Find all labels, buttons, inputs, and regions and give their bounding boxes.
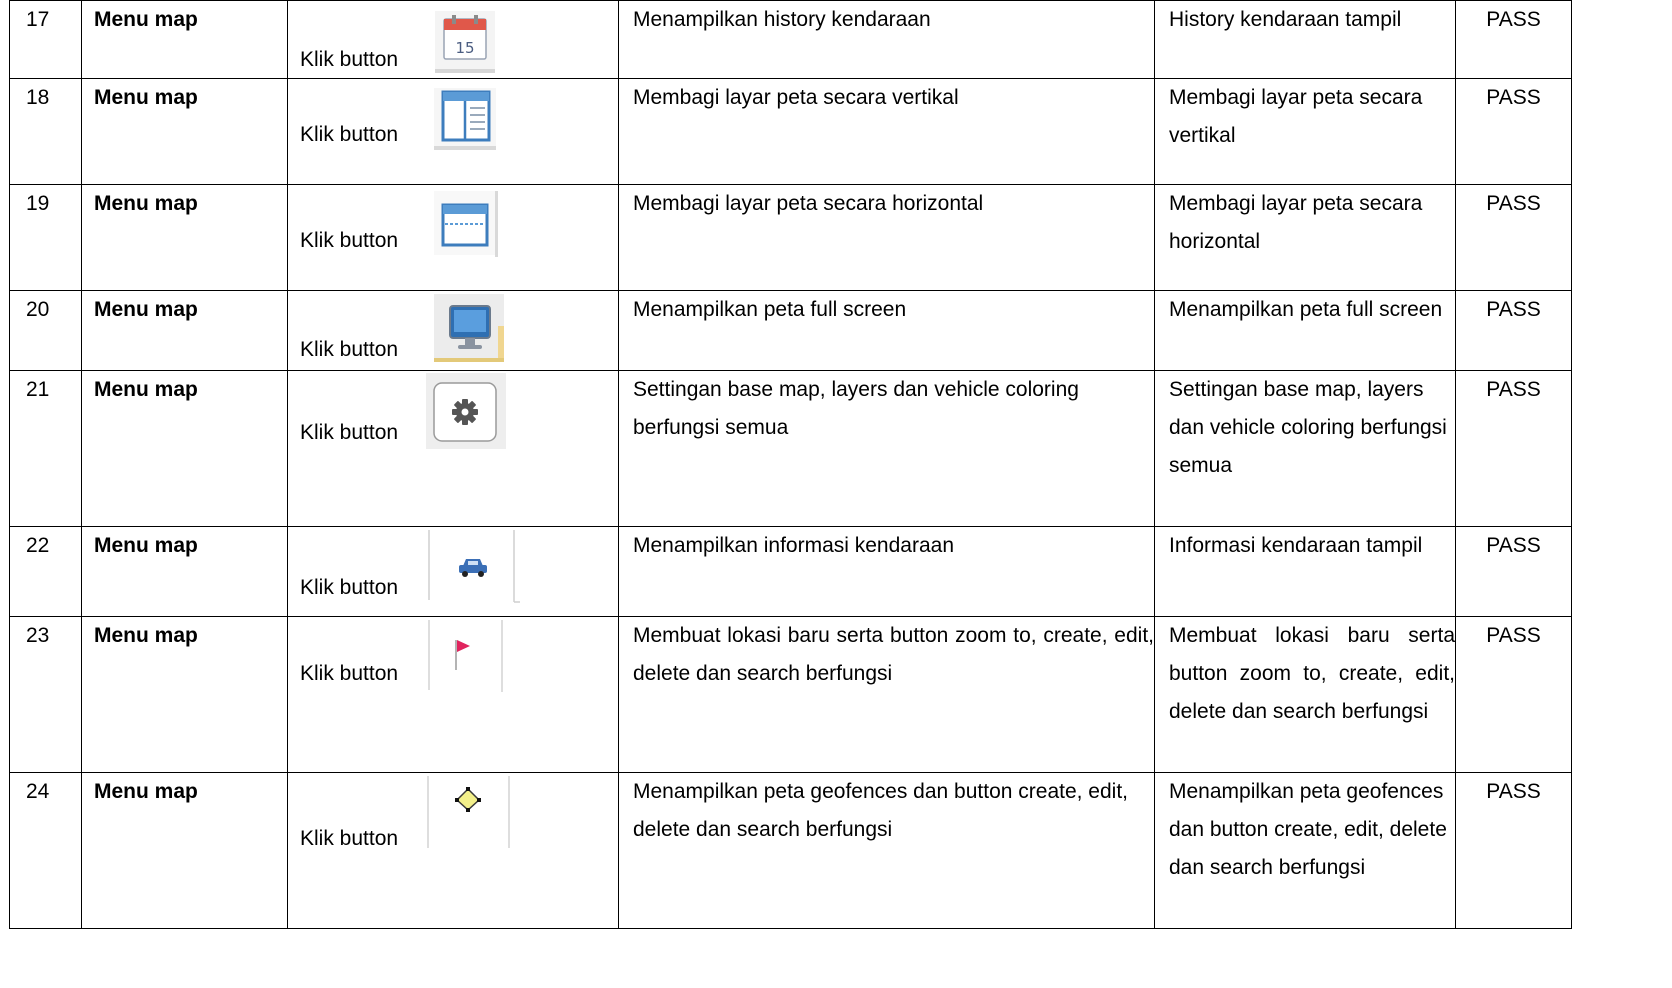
- result-text: Membuat lokasi baru serta button zoom to…: [1154, 616, 1456, 773]
- action-cell: Klik button: [287, 772, 619, 929]
- action-cell: Klik button 15: [287, 0, 619, 79]
- flag-icon: [428, 620, 503, 692]
- action-text: Klik button: [300, 229, 399, 252]
- result-text: Menampilkan peta geofences dan button cr…: [1154, 772, 1456, 929]
- table-row: 23 Menu map Klik button Membuat lokasi b…: [9, 616, 1572, 773]
- row-number: 23: [9, 616, 82, 773]
- row-number: 22: [9, 526, 82, 617]
- row-number: 21: [9, 370, 82, 527]
- table-row: 21 Menu map Klik button Settingan base m…: [9, 370, 1572, 527]
- expected-text: Menampilkan informasi kendaraan: [618, 526, 1155, 617]
- module-name: Menu map: [81, 526, 288, 617]
- row-number: 17: [9, 0, 82, 79]
- expected-text: Membagi layar peta secara vertikal: [618, 78, 1155, 185]
- split-vertical-icon: [434, 88, 496, 150]
- result-text: History kendaraan tampil: [1154, 0, 1456, 79]
- car-icon: [428, 530, 520, 603]
- row-number: 18: [9, 78, 82, 185]
- table-row: 22 Menu map Klik button Menampilkan info…: [9, 526, 1572, 617]
- result-text: Membagi layar peta secara horizontal: [1154, 184, 1456, 291]
- table-row: 24 Menu map Klik button Menampilkan peta…: [9, 772, 1572, 929]
- gear-icon: [426, 373, 506, 449]
- status-badge: PASS: [1455, 526, 1572, 617]
- result-text: Menampilkan peta full screen: [1154, 290, 1456, 371]
- module-name: Menu map: [81, 0, 288, 79]
- action-cell: Klik button: [287, 290, 619, 371]
- module-name: Menu map: [81, 184, 288, 291]
- table-row: 20 Menu map Klik button Menampilkan peta…: [9, 290, 1572, 371]
- expected-text: Menampilkan peta full screen: [618, 290, 1155, 371]
- action-text: Klik button: [300, 338, 399, 361]
- geofence-icon: [427, 776, 510, 848]
- table-row: 18 Menu map Klik button Membagi layar pe…: [9, 78, 1572, 185]
- calendar-icon: 15: [435, 11, 495, 73]
- status-badge: PASS: [1455, 370, 1572, 527]
- module-name: Menu map: [81, 370, 288, 527]
- module-name: Menu map: [81, 772, 288, 929]
- row-number: 20: [9, 290, 82, 371]
- expected-text: Settingan base map, layers dan vehicle c…: [618, 370, 1155, 527]
- action-cell: Klik button: [287, 184, 619, 291]
- status-badge: PASS: [1455, 78, 1572, 185]
- action-cell: Klik button: [287, 78, 619, 185]
- split-horizontal-icon: [434, 191, 498, 257]
- row-number: 24: [9, 772, 82, 929]
- action-text: Klik button: [300, 576, 399, 599]
- expected-text: Membagi layar peta secara horizontal: [618, 184, 1155, 291]
- status-badge: PASS: [1455, 616, 1572, 773]
- action-cell: Klik button: [287, 616, 619, 773]
- status-badge: PASS: [1455, 0, 1572, 79]
- status-badge: PASS: [1455, 184, 1572, 291]
- status-badge: PASS: [1455, 290, 1572, 371]
- expected-text: Menampilkan history kendaraan: [618, 0, 1155, 79]
- table-row: 19 Menu map Klik button Membagi layar pe…: [9, 184, 1572, 291]
- status-badge: PASS: [1455, 772, 1572, 929]
- action-text: Klik button: [300, 827, 399, 850]
- module-name: Menu map: [81, 616, 288, 773]
- result-text: Membagi layar peta secara vertikal: [1154, 78, 1456, 185]
- table-row: 17 Menu map Klik button 15 Menampilkan h…: [9, 0, 1572, 79]
- module-name: Menu map: [81, 290, 288, 371]
- result-text: Informasi kendaraan tampil: [1154, 526, 1456, 617]
- action-text: Klik button: [300, 662, 399, 685]
- row-number: 19: [9, 184, 82, 291]
- test-case-table: 17 Menu map Klik button 15 Menampilkan h…: [9, 0, 1572, 929]
- expected-text: Menampilkan peta geofences dan button cr…: [618, 772, 1155, 929]
- action-cell: Klik button: [287, 526, 619, 617]
- monitor-icon: [434, 294, 504, 362]
- svg-text:15: 15: [455, 39, 474, 57]
- action-cell: Klik button: [287, 370, 619, 527]
- result-text: Settingan base map, layers dan vehicle c…: [1154, 370, 1456, 527]
- action-text: Klik button: [300, 48, 399, 71]
- action-text: Klik button: [300, 123, 399, 146]
- expected-text: Membuat lokasi baru serta button zoom to…: [618, 616, 1155, 773]
- module-name: Menu map: [81, 78, 288, 185]
- action-text: Klik button: [300, 421, 399, 444]
